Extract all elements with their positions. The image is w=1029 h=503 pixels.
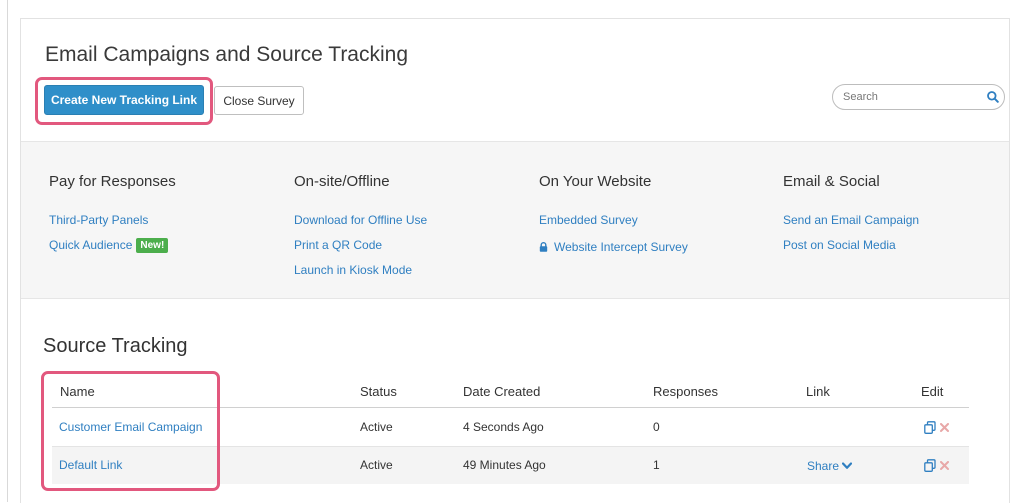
source-heading: On-site/Offline	[294, 173, 390, 190]
source-heading: On Your Website	[539, 173, 652, 190]
search-input[interactable]	[843, 88, 973, 106]
copy-icon[interactable]	[924, 459, 936, 473]
delete-icon[interactable]	[940, 423, 949, 433]
third-party-panels-link[interactable]: Third-Party Panels	[49, 213, 148, 227]
source-heading: Email & Social	[783, 173, 880, 190]
row-name-link[interactable]: Default Link	[59, 458, 122, 472]
copy-icon[interactable]	[924, 421, 936, 435]
row-status: Active	[360, 420, 393, 434]
column-header-responses[interactable]: Responses	[653, 384, 718, 399]
website-intercept-row: Website Intercept Survey	[539, 238, 688, 256]
row-name-link[interactable]: Customer Email Campaign	[59, 420, 202, 434]
embedded-survey-link[interactable]: Embedded Survey	[539, 213, 638, 227]
column-header-status[interactable]: Status	[360, 384, 397, 399]
column-header-name[interactable]: Name	[60, 384, 95, 399]
chevron-down-icon[interactable]	[842, 462, 853, 470]
lock-icon	[539, 242, 548, 252]
table-header-rule	[52, 407, 969, 408]
column-header-link: Link	[806, 384, 830, 399]
table-row: Customer Email Campaign Active 4 Seconds…	[52, 409, 969, 447]
share-dropdown[interactable]: Share	[807, 459, 853, 473]
new-badge: New!	[136, 238, 169, 253]
table-row: Default Link Active 49 Minutes Ago 1 Sha…	[52, 447, 969, 484]
create-tracking-link-button[interactable]: Create New Tracking Link	[44, 85, 204, 115]
row-responses: 1	[653, 458, 660, 472]
row-date-created: 49 Minutes Ago	[463, 458, 546, 472]
page-title: Email Campaigns and Source Tracking	[45, 43, 409, 66]
column-header-edit: Edit	[921, 384, 944, 399]
row-date-created: 4 Seconds Ago	[463, 420, 544, 434]
website-intercept-link[interactable]: Website Intercept Survey	[554, 240, 688, 254]
source-tracking-title: Source Tracking	[43, 335, 188, 357]
launch-kiosk-link[interactable]: Launch in Kiosk Mode	[294, 263, 412, 277]
row-status: Active	[360, 458, 393, 472]
column-header-date-created[interactable]: Date Created	[463, 384, 540, 399]
share-link[interactable]: Share	[807, 459, 839, 473]
source-heading: Pay for Responses	[49, 173, 176, 190]
send-email-campaign-link[interactable]: Send an Email Campaign	[783, 213, 919, 227]
row-edit-actions	[924, 457, 949, 475]
download-offline-link[interactable]: Download for Offline Use	[294, 213, 427, 227]
row-edit-actions	[924, 419, 949, 437]
search-box	[832, 84, 1005, 110]
row-responses: 0	[653, 420, 660, 434]
delete-icon[interactable]	[940, 461, 949, 471]
post-social-media-link[interactable]: Post on Social Media	[783, 238, 896, 252]
left-divider	[7, 0, 8, 502]
search-icon[interactable]	[986, 90, 1000, 104]
print-qr-code-link[interactable]: Print a QR Code	[294, 238, 382, 252]
close-survey-button[interactable]: Close Survey	[214, 86, 304, 115]
distribution-sources: Pay for Responses Third-Party Panels Qui…	[21, 141, 1009, 299]
quick-audience-row: Quick Audience New!	[49, 236, 169, 254]
quick-audience-link[interactable]: Quick Audience	[49, 238, 132, 252]
